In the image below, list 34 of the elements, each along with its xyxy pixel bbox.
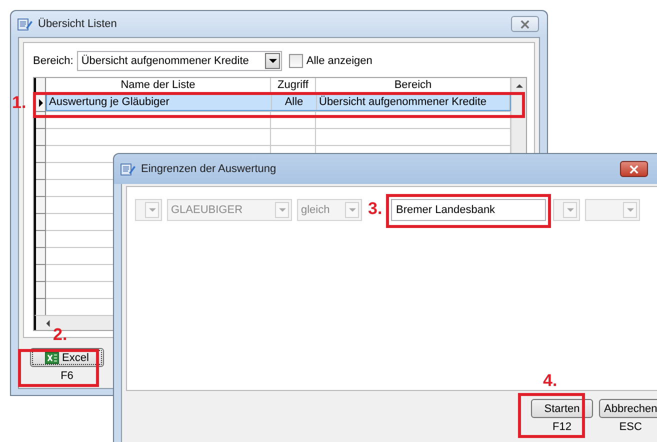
value-input-field[interactable]: Bremer Landesbank xyxy=(391,199,546,221)
column-header[interactable]: Name der Liste xyxy=(46,78,271,94)
show-all-checkbox[interactable]: Alle anzeigen xyxy=(289,54,372,68)
close-button[interactable] xyxy=(620,161,648,177)
row-pointer-icon xyxy=(38,99,42,107)
dropdown-arrow-icon xyxy=(626,208,634,212)
field-label: Bereich: xyxy=(33,55,74,67)
table-row[interactable]: Auswertung je Gläubiger Alle Übersicht aufgenommener Kredite xyxy=(46,94,511,111)
spreadsheet-icon xyxy=(45,352,60,364)
shortcut-label: F12 xyxy=(552,421,572,433)
close-icon xyxy=(520,20,530,28)
dropdown-arrow-icon xyxy=(278,208,286,212)
highlight-frame xyxy=(518,393,585,438)
window-title: Übersicht Listen xyxy=(38,18,118,30)
scroll-left-icon[interactable] xyxy=(46,320,50,326)
dropdown-arrow-icon xyxy=(348,208,356,212)
dropdown-arrow-icon xyxy=(148,208,156,212)
step-number: 3. xyxy=(368,200,382,217)
step-number: 1. xyxy=(12,94,26,111)
scroll-up-icon[interactable] xyxy=(516,84,522,88)
dropdown-arrow-icon xyxy=(566,208,574,212)
shortcut-label: ESC xyxy=(619,421,642,433)
app-icon xyxy=(120,161,136,177)
area-dropdown[interactable]: Übersicht aufgenommener Kredite xyxy=(77,51,282,71)
app-icon xyxy=(17,16,33,32)
shortcut-label: F6 xyxy=(60,370,74,382)
window-title: Eingrenzen der Auswertung xyxy=(141,163,278,175)
action-button[interactable]: Abbrechen xyxy=(599,399,657,418)
column-header[interactable]: Zugriff xyxy=(271,78,316,94)
action-button[interactable]: Starten xyxy=(531,399,593,418)
close-icon xyxy=(629,164,639,174)
step-number: 2. xyxy=(53,326,68,343)
step-number: 4. xyxy=(543,372,558,389)
dropdown-arrow-icon xyxy=(268,59,277,63)
